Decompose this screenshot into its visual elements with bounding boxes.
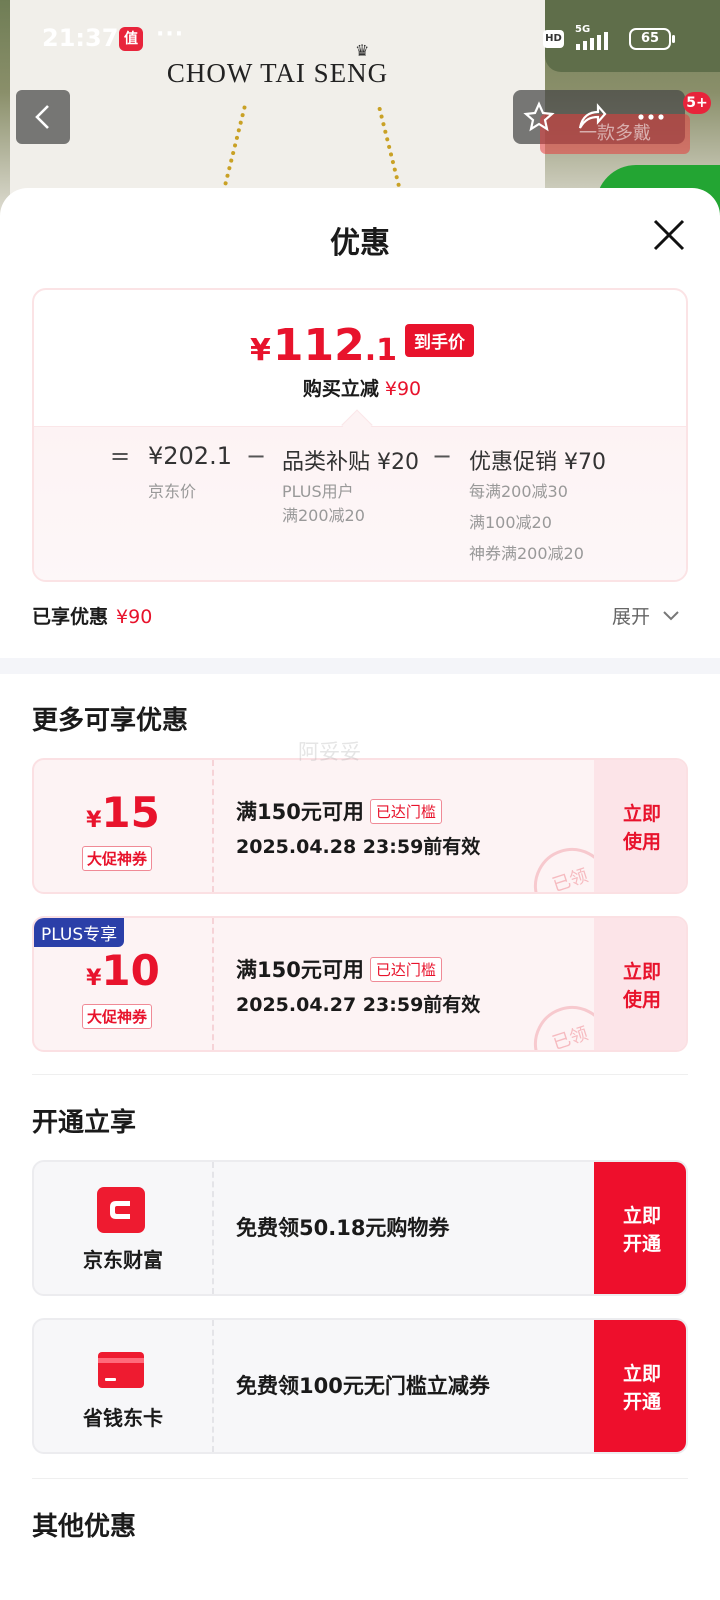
card-divider	[212, 1320, 214, 1452]
chevron-down-icon	[663, 611, 679, 621]
card-divider	[212, 1162, 214, 1294]
coupon-type-tag: 大促神券	[82, 846, 153, 871]
star-icon[interactable]	[522, 100, 556, 134]
use-now-label: 立即	[622, 803, 661, 825]
cart-count-badge: 5+	[683, 92, 711, 114]
back-button[interactable]	[16, 90, 70, 144]
expand-button[interactable]: 展开	[612, 602, 679, 629]
promo-line: 每满200减30	[469, 482, 568, 501]
coupon-validity: 2025.04.27 23:59前有效	[236, 994, 481, 1016]
offer-description: 免费领100元无门槛立减券	[236, 1374, 490, 1398]
coupon-condition-text: 满150元可用	[236, 958, 364, 982]
discount-value: ¥90	[384, 378, 422, 400]
minus-sign: −	[246, 442, 267, 470]
coupon-validity: 2025.04.28 23:59前有效	[236, 836, 481, 858]
divider	[32, 1074, 688, 1075]
app-notification-badge: 值	[119, 27, 143, 51]
promo-line: 满100减20	[469, 513, 552, 532]
open-offers-title: 开通立享	[32, 1108, 137, 1138]
discount-summary: 购买立减 ¥90	[34, 374, 686, 401]
coupon-amount: 15	[101, 788, 160, 837]
other-offers-title: 其他优惠	[32, 1512, 137, 1542]
coupon-card: ¥10 大促神券 PLUS专享 满150元可用 已达门槛 2025.04.27 2…	[32, 916, 688, 1052]
open-now-button[interactable]: 立即 开通	[594, 1320, 686, 1452]
status-more-icon: ···	[156, 22, 185, 47]
currency-symbol: ¥	[249, 333, 271, 368]
promo-title: 优惠促销 ¥70	[469, 450, 606, 475]
enjoyed-value: ¥90	[116, 606, 153, 628]
final-price: ¥112.1 到手价	[34, 320, 686, 371]
price-card: ¥112.1 到手价 购买立减 ¥90 = ¥202.1 京东价 − 品类补贴 ¥…	[32, 288, 688, 582]
use-now-label: 使用	[622, 831, 661, 853]
coupon-amount: 10	[101, 946, 160, 995]
coupon-currency: ¥	[86, 966, 102, 991]
final-price-integer: 112	[272, 320, 365, 371]
subsidy-line: 满200减20	[282, 506, 365, 525]
jd-wealth-icon	[97, 1187, 145, 1233]
jd-price-label: 京东价	[148, 482, 197, 501]
open-offer-card: 省钱东卡 免费领100元无门槛立减券 立即 开通	[32, 1318, 688, 1454]
plus-exclusive-badge: PLUS专享	[34, 918, 125, 947]
section-divider	[0, 658, 720, 674]
open-now-button[interactable]: 立即 开通	[594, 1162, 686, 1294]
coupon-value: ¥15 大促神券	[34, 760, 212, 892]
offers-sheet: 优惠 ¥112.1 到手价 购买立减 ¥90 = ¥202.1 京东价 − 品类补…	[0, 188, 720, 1600]
status-time: 21:37	[42, 24, 119, 52]
user-watermark: 阿妥妥	[298, 740, 361, 764]
brand-logo: CHOW TAI SENG	[166, 58, 389, 88]
close-icon[interactable]	[650, 216, 688, 254]
threshold-reached-tag: 已达门槛	[369, 957, 442, 982]
threshold-reached-tag: 已达门槛	[369, 799, 442, 824]
share-icon[interactable]	[574, 100, 608, 134]
discount-label: 购买立减	[302, 378, 379, 400]
promo-line: 神券满200减20	[469, 544, 584, 563]
coupon-divider	[212, 918, 214, 1050]
use-now-label: 立即	[622, 961, 661, 983]
coupon-type-tag: 大促神券	[82, 1004, 153, 1029]
final-price-tag: 到手价	[405, 324, 474, 357]
jd-price: ¥202.1	[148, 442, 232, 470]
coupon-condition: 满150元可用 已达门槛	[236, 796, 442, 826]
back-icon	[35, 105, 49, 129]
coupon-condition: 满150元可用 已达门槛	[236, 954, 442, 984]
money-saving-card-icon	[98, 1352, 144, 1388]
use-now-button[interactable]: 立即 使用	[594, 918, 686, 1050]
use-now-label: 使用	[622, 989, 661, 1011]
enjoyed-label: 已享优惠	[32, 606, 109, 628]
enjoyed-discount: 已享优惠 ¥90	[32, 602, 152, 629]
subsidy-title: 品类补贴 ¥20	[282, 450, 419, 475]
open-now-label: 立即	[622, 1205, 661, 1227]
jd-wealth-name: 京东财富	[83, 1248, 163, 1272]
more-offers-title: 更多可享优惠	[32, 706, 189, 736]
use-now-button[interactable]: 立即 使用	[594, 760, 686, 892]
equals-sign: =	[110, 442, 131, 470]
final-price-decimal: .1	[364, 333, 397, 368]
offer-description: 免费领50.18元购物券	[236, 1216, 450, 1240]
signal-icon	[576, 30, 620, 50]
more-icon[interactable]	[634, 100, 668, 134]
saving-card-name: 省钱东卡	[83, 1406, 163, 1430]
coupon-card: ¥15 大促神券 满150元可用 已达门槛 2025.04.28 23:59前有效…	[32, 758, 688, 894]
coupon-condition-text: 满150元可用	[236, 800, 364, 824]
open-now-label: 立即	[622, 1363, 661, 1385]
coupon-divider	[212, 760, 214, 892]
hd-icon: HD	[543, 30, 564, 48]
minus-sign: −	[432, 442, 453, 470]
open-now-label: 开通	[622, 1233, 661, 1255]
coupon-currency: ¥	[86, 808, 102, 833]
open-now-label: 开通	[622, 1391, 661, 1413]
expand-label: 展开	[612, 606, 651, 628]
battery-icon: 65	[629, 28, 675, 50]
sheet-title: 优惠	[330, 226, 390, 261]
divider	[32, 1478, 688, 1479]
open-offer-card: 京东财富 免费领50.18元购物券 立即 开通	[32, 1160, 688, 1296]
